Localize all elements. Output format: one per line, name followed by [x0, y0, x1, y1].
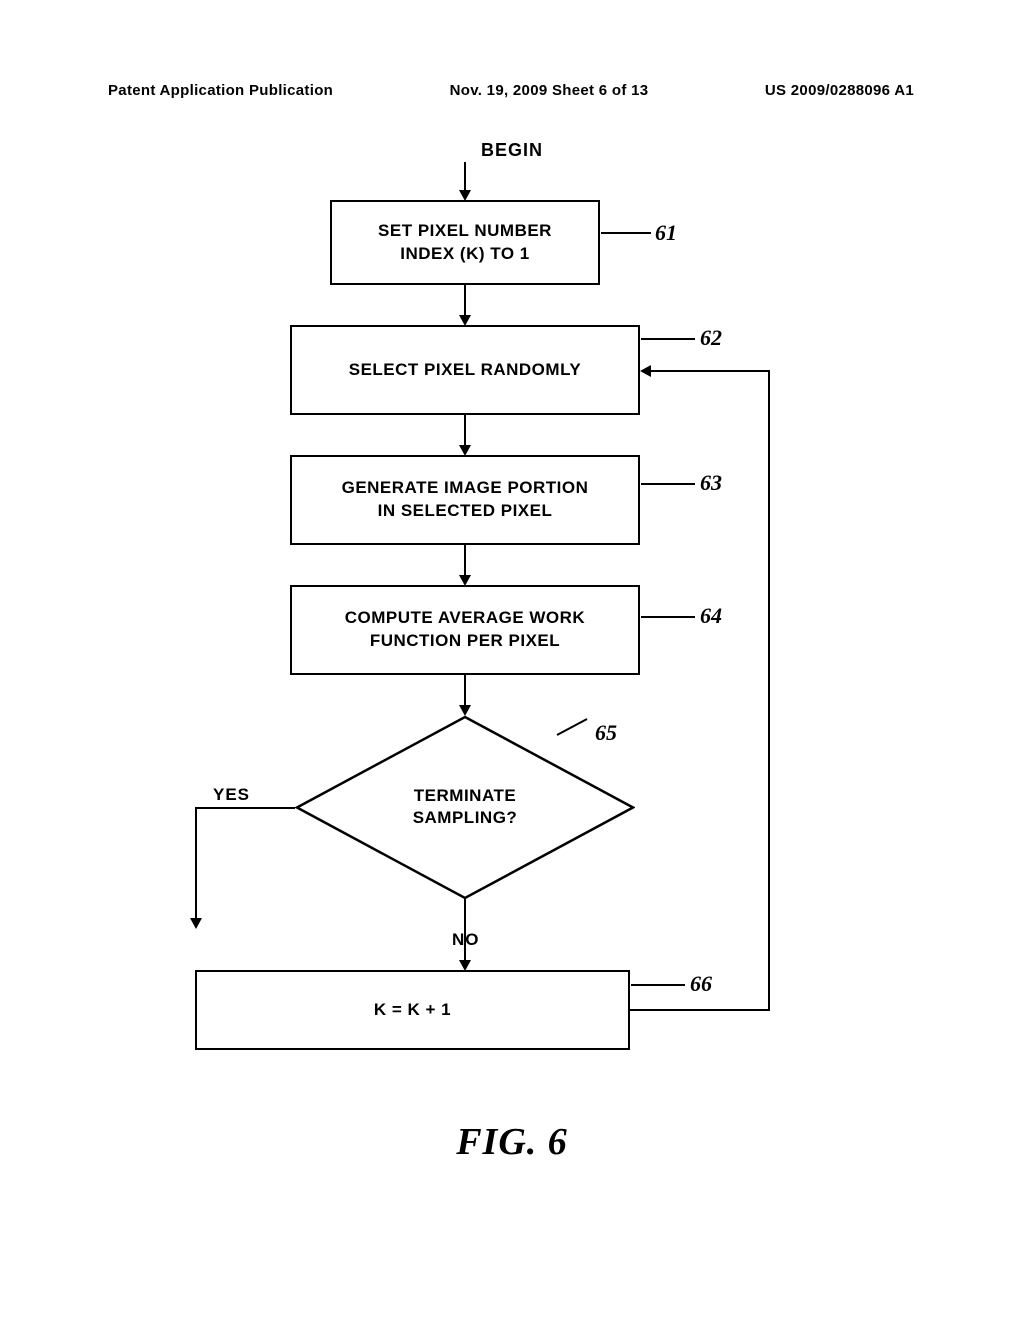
process-box-64: COMPUTE AVERAGE WORK FUNCTION PER PIXEL	[290, 585, 640, 675]
connector-line	[768, 370, 770, 1011]
header-right: US 2009/0288096 A1	[765, 82, 914, 99]
arrowhead-icon	[190, 918, 202, 929]
connector-line	[195, 807, 197, 922]
no-label: NO	[452, 930, 480, 950]
box-text: COMPUTE AVERAGE WORK FUNCTION PER PIXEL	[345, 607, 585, 653]
leader-line	[631, 984, 685, 986]
ref-label-66: 66	[690, 971, 712, 997]
connector-line	[195, 807, 295, 809]
process-box-66: K = K + 1	[195, 970, 630, 1050]
box-text: SET PIXEL NUMBER INDEX (K) TO 1	[378, 220, 552, 266]
ref-label-64: 64	[700, 603, 722, 629]
connector-line	[464, 675, 466, 709]
decision-text: TERMINATE SAMPLING?	[413, 785, 518, 831]
leader-line	[641, 338, 695, 340]
connector-line	[650, 370, 770, 372]
leader-line	[601, 232, 651, 234]
ref-label-65: 65	[595, 720, 617, 746]
connector-line	[464, 415, 466, 449]
arrowhead-icon	[640, 365, 651, 377]
process-box-62: SELECT PIXEL RANDOMLY	[290, 325, 640, 415]
header-center: Nov. 19, 2009 Sheet 6 of 13	[450, 82, 649, 99]
ref-label-61: 61	[655, 220, 677, 246]
process-box-63: GENERATE IMAGE PORTION IN SELECTED PIXEL	[290, 455, 640, 545]
flowchart-diagram: BEGIN SET PIXEL NUMBER INDEX (K) TO 1 61…	[0, 140, 1024, 1240]
yes-label: YES	[213, 785, 250, 805]
leader-line	[641, 483, 695, 485]
box-text: SELECT PIXEL RANDOMLY	[349, 359, 581, 382]
box-text: GENERATE IMAGE PORTION IN SELECTED PIXEL	[342, 477, 589, 523]
header-left: Patent Application Publication	[108, 82, 333, 99]
leader-line	[641, 616, 695, 618]
box-text: K = K + 1	[374, 999, 451, 1022]
figure-label: FIG. 6	[456, 1120, 568, 1164]
page-header: Patent Application Publication Nov. 19, …	[0, 82, 1024, 99]
process-box-61: SET PIXEL NUMBER INDEX (K) TO 1	[330, 200, 600, 285]
decision-box-65: TERMINATE SAMPLING?	[295, 715, 635, 900]
begin-label: BEGIN	[481, 140, 543, 161]
connector-line	[630, 1009, 770, 1011]
connector-line	[464, 285, 466, 319]
ref-label-62: 62	[700, 325, 722, 351]
connector-line	[464, 545, 466, 579]
ref-label-63: 63	[700, 470, 722, 496]
